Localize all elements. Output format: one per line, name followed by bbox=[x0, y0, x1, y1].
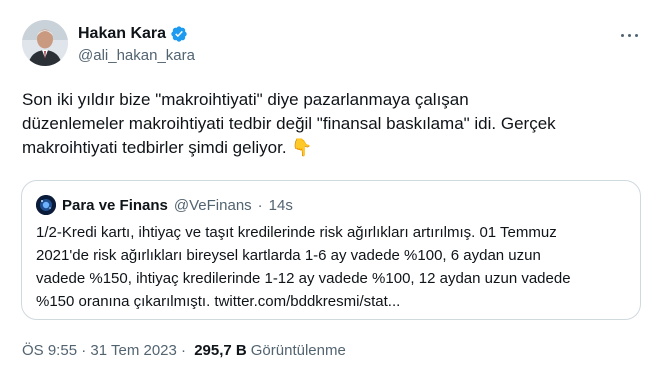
view-count-label: Görüntülenme bbox=[250, 342, 346, 359]
author-info: Hakan Kara @ali_hakan_kara bbox=[78, 24, 195, 64]
more-dot-icon bbox=[628, 34, 631, 37]
quoted-author-avatar bbox=[36, 195, 56, 215]
quoted-avatar-image bbox=[36, 195, 56, 215]
quoted-author-name: Para ve Finans bbox=[62, 196, 168, 214]
author-name[interactable]: Hakan Kara bbox=[78, 25, 166, 43]
more-dot-icon bbox=[635, 34, 638, 37]
tweet-header: Hakan Kara @ali_hakan_kara bbox=[22, 20, 643, 68]
view-count[interactable]: 295,7 B bbox=[194, 342, 247, 359]
quoted-author-handle: @VeFinans bbox=[173, 196, 252, 214]
quoted-tweet-card[interactable]: Para ve Finans @VeFinans · 14s 1/2-Kredi… bbox=[21, 180, 641, 320]
author-handle[interactable]: @ali_hakan_kara bbox=[78, 47, 195, 64]
tweet-time[interactable]: ÖS 9:55 bbox=[22, 342, 77, 359]
meta-separator: · bbox=[176, 342, 191, 359]
tweet-meta: ÖS 9:55 · 31 Tem 2023 · 295,7 B Görüntül… bbox=[22, 342, 346, 359]
tweet-date[interactable]: 31 Tem 2023 bbox=[90, 342, 176, 359]
meta-separator: · bbox=[77, 342, 91, 359]
quoted-tweet-text: 1/2-Kredi kartı, ihtiyaç ve taşıt kredil… bbox=[36, 224, 571, 310]
author-avatar-image bbox=[22, 20, 68, 66]
author-avatar[interactable] bbox=[22, 20, 68, 66]
quoted-separator: · bbox=[257, 196, 263, 214]
quoted-tweet-header: Para ve Finans @VeFinans · 14s bbox=[36, 195, 293, 215]
more-dot-icon bbox=[621, 34, 624, 37]
author-name-row: Hakan Kara bbox=[78, 24, 195, 44]
tweet-body: Son iki yıldır bize "makroihtiyati" diye… bbox=[22, 88, 642, 160]
verified-badge-icon[interactable] bbox=[170, 25, 188, 43]
pointing-down-emoji-icon: 👇 bbox=[291, 138, 313, 157]
tweet-text: Son iki yıldır bize "makroihtiyati" diye… bbox=[22, 90, 556, 157]
quoted-timestamp: 14s bbox=[268, 196, 293, 214]
more-options-button[interactable] bbox=[619, 26, 641, 44]
